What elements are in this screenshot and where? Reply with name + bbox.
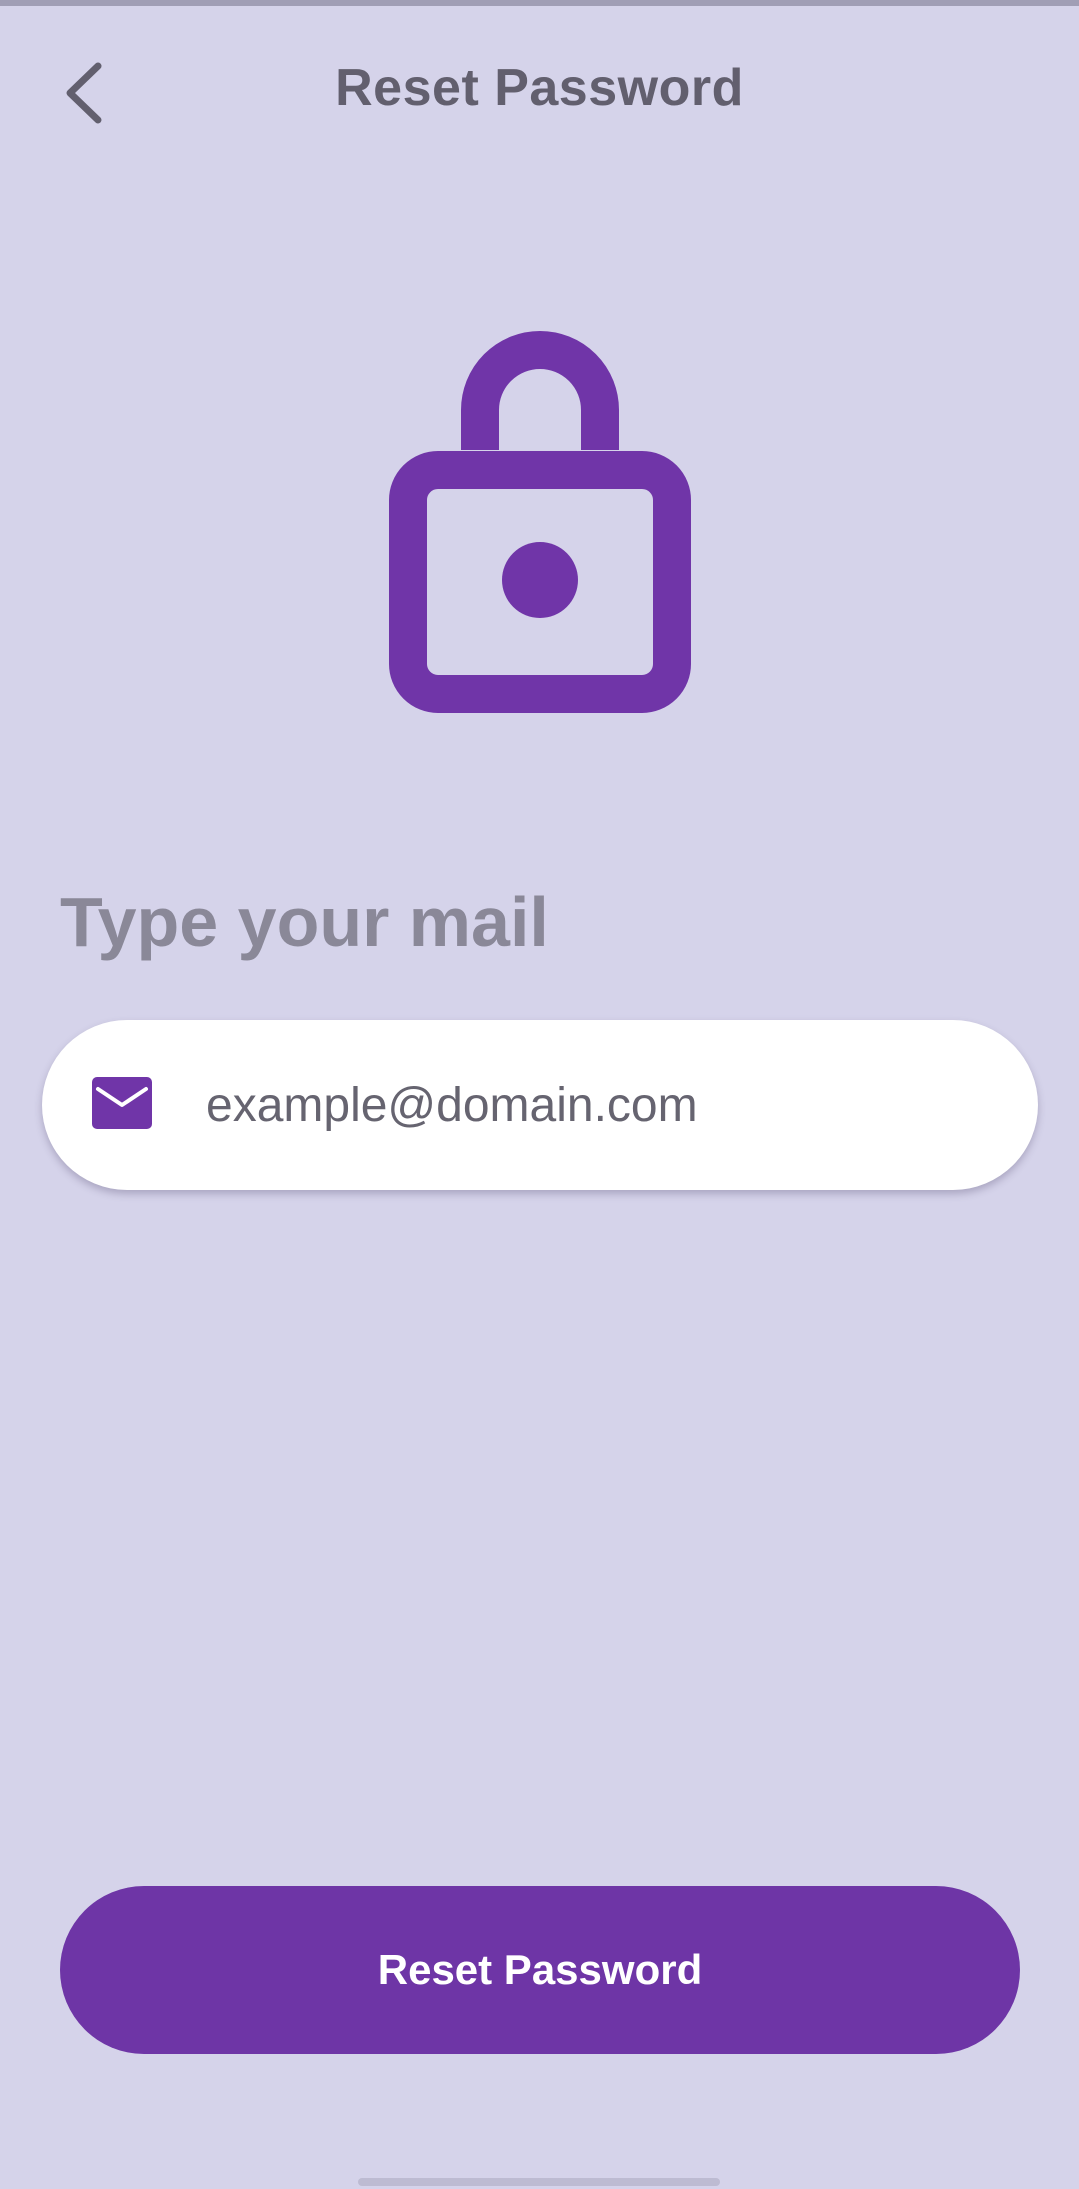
page-title: Reset Password bbox=[335, 59, 744, 117]
email-field[interactable] bbox=[42, 1020, 1038, 1190]
email-section-label: Type your mail bbox=[60, 883, 549, 961]
home-indicator bbox=[358, 2178, 720, 2186]
email-input[interactable] bbox=[206, 1020, 986, 1190]
app-header: Reset Password bbox=[0, 6, 1079, 176]
reset-password-button[interactable]: Reset Password bbox=[60, 1886, 1020, 2054]
mail-icon bbox=[92, 1077, 152, 1129]
lock-icon bbox=[389, 331, 691, 713]
lock-illustration bbox=[380, 310, 700, 720]
